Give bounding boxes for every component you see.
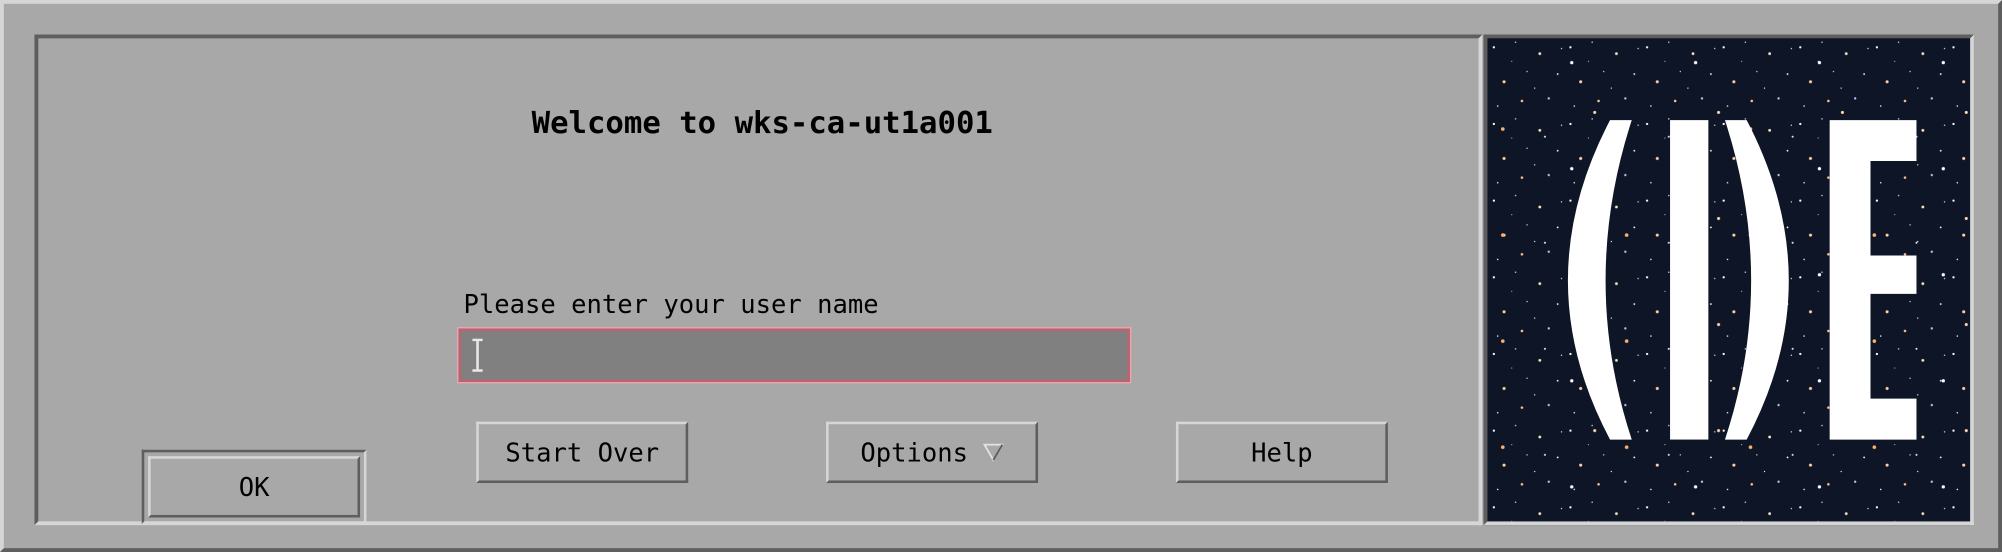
welcome-title: Welcome to wks-ca-ut1a001: [531, 104, 993, 141]
ok-button-default-frame: OK: [141, 449, 367, 524]
ok-button[interactable]: OK: [148, 456, 361, 518]
options-button[interactable]: Options: [826, 421, 1039, 484]
i-beam-cursor-icon: [472, 338, 483, 372]
down-triangle-icon: [983, 443, 1004, 462]
starfield-cde-logo-icon: [1487, 38, 1971, 522]
ok-button-label: OK: [238, 471, 270, 503]
help-button[interactable]: Help: [1175, 421, 1388, 484]
options-button-label: Options: [860, 437, 968, 468]
cde-logo: [1483, 34, 1974, 526]
login-panel: Welcome to wks-ca-ut1a001 Please enter y…: [34, 34, 1483, 526]
username-prompt: Please enter your user name: [463, 288, 879, 320]
start-over-button[interactable]: Start Over: [476, 421, 689, 484]
help-button-label: Help: [1251, 437, 1313, 468]
login-window: Welcome to wks-ca-ut1a001 Please enter y…: [0, 0, 2002, 552]
username-input[interactable]: [457, 327, 1132, 384]
start-over-button-label: Start Over: [505, 437, 660, 468]
